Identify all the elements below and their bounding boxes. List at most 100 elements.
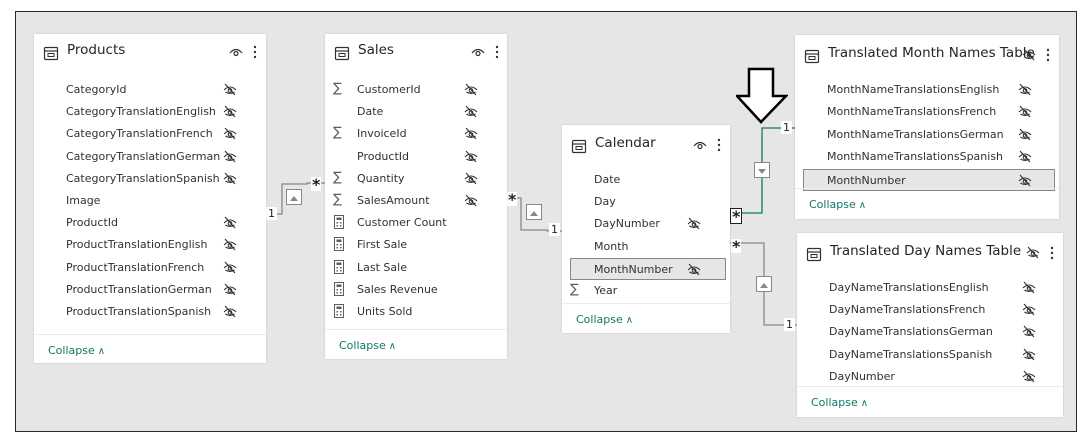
field-row[interactable]: DayNameTranslationsSpanish — [797, 344, 1063, 366]
field-row[interactable]: ProductId — [325, 146, 507, 168]
eye-hidden-icon[interactable] — [1021, 369, 1037, 383]
eye-hidden-icon[interactable] — [463, 193, 479, 207]
field-row[interactable]: Date — [562, 169, 730, 191]
field-row[interactable]: ProductTranslationSpanish — [34, 301, 266, 323]
relationship-direction-products-sales[interactable] — [286, 189, 302, 205]
calendar-table-card[interactable]: Calendar Date Day DayNumber Month MonthNumber… — [562, 125, 730, 333]
eye-hidden-icon[interactable] — [1017, 82, 1033, 96]
eye-icon[interactable] — [692, 137, 708, 153]
field-row[interactable]: ∑ CustomerId — [325, 79, 507, 101]
field-row[interactable]: Customer Count — [325, 212, 507, 234]
field-row[interactable]: DayNameTranslationsFrench — [797, 299, 1063, 321]
eye-hidden-icon[interactable] — [686, 216, 702, 230]
eye-hidden-icon[interactable] — [1017, 173, 1033, 187]
eye-hidden-icon[interactable] — [1025, 245, 1041, 261]
field-row[interactable]: DayNumber — [562, 213, 730, 235]
more-options-icon[interactable] — [494, 44, 500, 60]
relationship-many-label: * — [731, 237, 742, 256]
products-table-card[interactable]: Products CategoryId CategoryTranslationEng… — [34, 34, 266, 363]
eye-hidden-icon[interactable] — [222, 260, 238, 274]
field-row[interactable]: DayNameTranslationsEnglish — [797, 277, 1063, 299]
field-row[interactable]: Sales Revenue — [325, 279, 507, 301]
field-row[interactable]: Day — [562, 191, 730, 213]
relationship-direction-calendar-month[interactable] — [754, 162, 770, 178]
eye-icon[interactable] — [470, 44, 486, 60]
translated-month-names-card[interactable]: Translated Month Names Table MonthNameTra… — [795, 35, 1059, 219]
field-row[interactable]: DayNumber — [797, 366, 1063, 388]
divider — [795, 188, 1059, 189]
eye-hidden-icon[interactable] — [222, 304, 238, 318]
collapse-button[interactable]: Collapse ∧ — [809, 198, 866, 211]
eye-hidden-icon[interactable] — [222, 215, 238, 229]
eye-hidden-icon[interactable] — [1021, 280, 1037, 294]
eye-hidden-icon[interactable] — [463, 104, 479, 118]
field-row[interactable]: CategoryTranslationSpanish — [34, 168, 266, 190]
card-header[interactable]: Translated Day Names Table — [797, 233, 1063, 267]
eye-hidden-icon[interactable] — [222, 171, 238, 185]
field-row[interactable]: MonthNameTranslationsFrench — [795, 101, 1059, 123]
sigma-icon: ∑ — [333, 81, 342, 96]
field-row[interactable]: Month — [562, 236, 730, 258]
field-row[interactable]: ∑ InvoiceId — [325, 123, 507, 145]
more-options-icon[interactable] — [716, 137, 722, 153]
eye-hidden-icon[interactable] — [1021, 324, 1037, 338]
eye-icon[interactable] — [228, 44, 244, 60]
field-row[interactable]: CategoryTranslationEnglish — [34, 101, 266, 123]
eye-hidden-icon[interactable] — [222, 82, 238, 96]
field-row[interactable]: ProductTranslationFrench — [34, 257, 266, 279]
eye-hidden-icon[interactable] — [463, 149, 479, 163]
card-header[interactable]: Translated Month Names Table — [795, 35, 1059, 69]
field-row[interactable]: ∑ Year — [562, 280, 730, 302]
eye-hidden-icon[interactable] — [1021, 347, 1037, 361]
card-header[interactable]: Products — [34, 34, 266, 68]
field-row[interactable]: Image — [34, 190, 266, 212]
field-row[interactable]: DayNameTranslationsGerman — [797, 321, 1063, 343]
card-header[interactable]: Calendar — [562, 125, 730, 159]
more-options-icon[interactable] — [1049, 245, 1055, 261]
field-row[interactable]: ∑ Quantity — [325, 168, 507, 190]
field-row[interactable]: ProductTranslationGerman — [34, 279, 266, 301]
collapse-label: Collapse — [811, 396, 858, 409]
translated-day-names-card[interactable]: Translated Day Names Table DayNameTransla… — [797, 233, 1063, 417]
more-options-icon[interactable] — [252, 44, 258, 60]
field-row[interactable]: Date — [325, 101, 507, 123]
eye-hidden-icon[interactable] — [1017, 104, 1033, 118]
eye-hidden-icon[interactable] — [463, 126, 479, 140]
field-row[interactable]: First Sale — [325, 234, 507, 256]
eye-hidden-icon[interactable] — [222, 126, 238, 140]
field-row[interactable]: ∑ SalesAmount — [325, 190, 507, 212]
field-row[interactable]: Units Sold — [325, 301, 507, 323]
eye-hidden-icon[interactable] — [463, 82, 479, 96]
eye-hidden-icon[interactable] — [1017, 127, 1033, 141]
field-row[interactable]: CategoryTranslationGerman — [34, 146, 266, 168]
eye-hidden-icon[interactable] — [686, 262, 702, 276]
eye-hidden-icon[interactable] — [222, 104, 238, 118]
field-row[interactable]: Last Sale — [325, 257, 507, 279]
collapse-button[interactable]: Collapse ∧ — [339, 339, 396, 352]
field-name: MonthNameTranslationsFrench — [827, 105, 997, 119]
field-row[interactable]: MonthNameTranslationsSpanish — [795, 146, 1059, 168]
field-row[interactable]: MonthNameTranslationsGerman — [795, 124, 1059, 146]
field-row[interactable]: MonthNumber — [570, 257, 726, 280]
collapse-button[interactable]: Collapse ∧ — [576, 313, 633, 326]
field-name: ProductTranslationEnglish — [66, 238, 208, 252]
field-row[interactable]: CategoryId — [34, 79, 266, 101]
field-row[interactable]: CategoryTranslationFrench — [34, 123, 266, 145]
card-header[interactable]: Sales — [325, 34, 507, 68]
eye-hidden-icon[interactable] — [222, 237, 238, 251]
eye-hidden-icon[interactable] — [222, 149, 238, 163]
eye-hidden-icon[interactable] — [1017, 149, 1033, 163]
field-row[interactable]: MonthNameTranslationsEnglish — [795, 79, 1059, 101]
field-row[interactable]: ProductTranslationEnglish — [34, 234, 266, 256]
collapse-button[interactable]: Collapse ∧ — [48, 344, 105, 357]
eye-hidden-icon[interactable] — [1021, 47, 1037, 63]
sales-table-card[interactable]: Sales ∑ CustomerId Date ∑ InvoiceId ProductId ∑… — [325, 34, 507, 359]
eye-hidden-icon[interactable] — [222, 282, 238, 296]
more-options-icon[interactable] — [1045, 47, 1051, 63]
collapse-button[interactable]: Collapse ∧ — [811, 396, 868, 409]
field-row[interactable]: ProductId — [34, 212, 266, 234]
eye-hidden-icon[interactable] — [463, 171, 479, 185]
eye-hidden-icon[interactable] — [1021, 302, 1037, 316]
relationship-direction-calendar-day[interactable] — [756, 276, 772, 292]
relationship-direction-sales-calendar[interactable] — [526, 204, 542, 220]
